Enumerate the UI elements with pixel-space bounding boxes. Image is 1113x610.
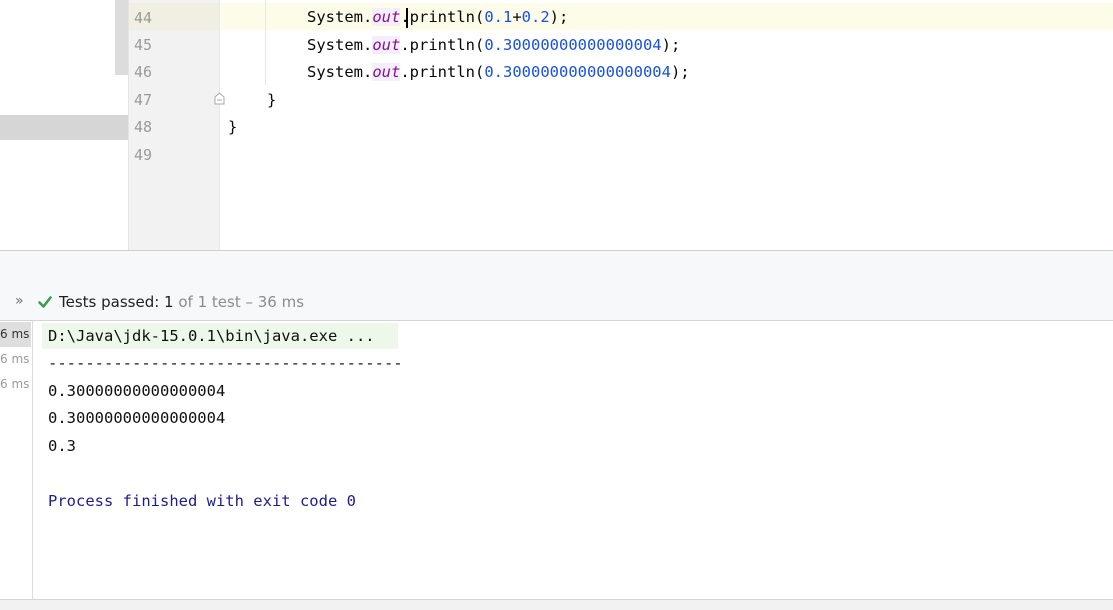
tests-status: Tests passed: 1 of 1 test – 36 ms [59,293,304,311]
code-line[interactable]: } [228,117,237,137]
status-bar [0,599,1113,610]
separator-line: -------------------------------------- [48,354,403,372]
scrollbar-thumb[interactable] [115,0,128,75]
test-duration[interactable]: 6 ms [0,352,29,366]
line-number: 49 [134,146,153,164]
code-token: System. [307,36,373,54]
code-token: System. [307,63,373,81]
selected-tree-row[interactable] [0,115,128,140]
code-token: System. [307,8,373,26]
output-line: 0.30000000000000004 [48,382,226,400]
code-field-token: out [372,63,401,81]
code-number-token: 0.30000000000000004 [484,36,662,54]
tests-status-label: Tests passed: [59,293,165,311]
output-line: 0.30000000000000004 [48,409,226,427]
code-token: .println( [400,8,485,26]
line-number: 46 [134,63,153,81]
code-token: .println( [400,63,485,81]
indent-guide [265,0,266,85]
code-line[interactable]: System.out.println(0.1+0.2); [307,7,568,27]
line-number: 47 [134,91,153,109]
code-line[interactable]: System.out.println(0.300000000000000004)… [307,62,690,82]
command-line[interactable]: D:\Java\jdk-15.0.1\bin\java.exe ... [48,326,375,346]
exit-message: Process finished with exit code 0 [48,492,356,510]
line-number: 48 [134,118,153,136]
output-line: 0.3 [48,437,76,455]
line-number: 44 [134,9,153,27]
line-number: 45 [134,36,153,54]
code-token: ); [670,63,690,81]
code-line[interactable]: System.out.println(0.30000000000000004); [307,35,680,55]
code-field-token: out [372,8,401,26]
code-token: ); [661,36,681,54]
test-duration[interactable]: 6 ms [0,327,29,341]
code-line[interactable]: } [267,90,276,110]
code-token: .println( [400,36,485,54]
tests-total-duration: of 1 test – 36 ms [173,293,305,311]
code-number-token: 0.2 [521,8,550,26]
checkmark-icon [38,296,52,308]
test-duration[interactable]: 6 ms [0,377,29,391]
code-field-token: out [372,36,401,54]
code-number-token: 0.300000000000000004 [484,63,671,81]
code-token: + [512,8,522,26]
tests-passed-count: 1 [164,293,174,311]
code-number-token: 0.1 [484,8,513,26]
text-caret [406,8,408,28]
panel-header-area [0,251,1113,287]
fold-marker-icon[interactable] [214,92,225,105]
expand-icon[interactable]: » [15,293,24,309]
code-token: ); [549,8,569,26]
